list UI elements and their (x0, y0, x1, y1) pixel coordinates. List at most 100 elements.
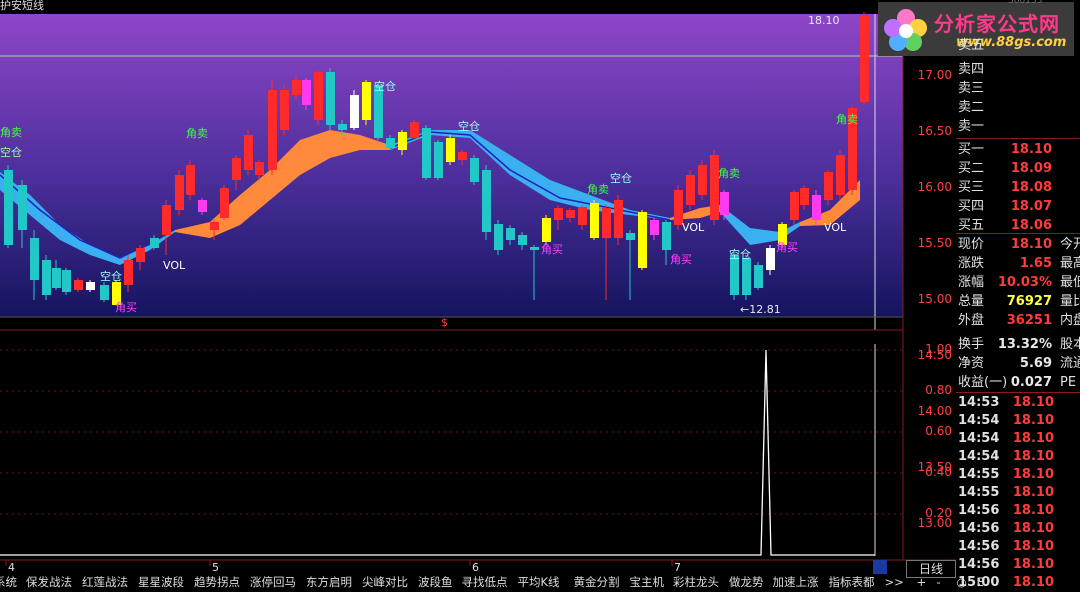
period-button[interactable]: 日线 (906, 560, 956, 578)
tick-row: 14:55 18.10 (956, 484, 1080, 502)
buy-label: 买三 (958, 180, 985, 195)
candle (626, 233, 635, 240)
chart-annotation: 角买 (776, 241, 798, 254)
indicator-tab[interactable]: 系统 (0, 576, 17, 588)
candle (62, 270, 71, 292)
tick-time: 14:54 (958, 431, 1000, 446)
indicator-tab[interactable]: 加速上涨 (773, 576, 819, 588)
chart-annotation: 角卖 (0, 126, 22, 139)
quote-row: 涨跌 1.65 最高 (956, 254, 1080, 273)
candle (860, 15, 869, 102)
scroll-right-button[interactable] (873, 560, 887, 574)
indicator-tab[interactable]: 红莲战法 (82, 576, 128, 588)
indicator-tab[interactable]: 平均K线 (518, 576, 560, 588)
candle (742, 258, 751, 295)
indicator-tab[interactable]: 寻找低点 (462, 576, 508, 588)
quote-label: 收益(一) (958, 375, 1008, 390)
indicator-axis-label: 0.20 (925, 506, 952, 520)
window-title: 护安短线 (0, 0, 44, 12)
quote-value: 13.32% (997, 337, 1052, 352)
tick-price: 18.10 (1012, 503, 1054, 518)
indicator-tab[interactable]: ○ (957, 576, 967, 588)
candle (362, 82, 371, 120)
logo-brand-text: 分析家公式网 (934, 12, 1060, 36)
indicator-tab[interactable]: E (977, 576, 984, 588)
chart-canvas[interactable]: 空仓角卖角买VOL空仓角买角卖空仓空仓角卖角卖角买VOL空仓角买VOL角卖空仓 (0, 0, 956, 586)
candle (674, 190, 683, 225)
tick-price: 18.10 (1012, 395, 1054, 410)
indicator-tab[interactable]: 指标表都 (829, 576, 875, 588)
candle (198, 200, 207, 212)
indicator-tab[interactable]: 彩柱龙头 (673, 576, 719, 588)
indicator-tab[interactable]: 尖峰对比 (362, 576, 408, 588)
candle (836, 155, 845, 195)
candle (446, 138, 455, 162)
quote-value: 36251 (1006, 313, 1052, 328)
quote-row: 现价 18.10 今开 (956, 235, 1080, 254)
flower-logo-icon (884, 9, 927, 51)
date-ticks (5, 560, 673, 566)
chart-annotation: 空仓 (0, 145, 22, 159)
chart-annotation: 角买 (541, 243, 563, 256)
candle (398, 132, 407, 150)
chart-annotation: 角卖 (587, 183, 609, 196)
candle (530, 247, 539, 250)
chart-annotation: 角买 (115, 301, 137, 314)
candle (754, 265, 763, 288)
tick-row: 14:56 18.10 (956, 556, 1080, 574)
candle (590, 203, 599, 238)
indicator-tab[interactable]: 保发战法 (26, 576, 72, 588)
quote-panel: 卖五 卖四 卖三 卖二 卖一 买一 18.10 买二 18.09 买三 18.08 买四 18.07… (956, 38, 1080, 590)
tick-row: 14:54 18.10 (956, 430, 1080, 448)
buy-label: 买一 (958, 142, 985, 157)
candle (710, 155, 719, 220)
tick-row: 14:54 18.10 (956, 412, 1080, 430)
chart-annotation: VOL (163, 259, 186, 272)
indicator-axis-label: 0.40 (925, 465, 952, 479)
candle (42, 260, 51, 295)
indicator-tab[interactable]: 黄金分割 (574, 576, 620, 588)
candle (386, 138, 395, 148)
date-label: 5 (212, 561, 219, 574)
candle (730, 255, 739, 295)
chart-annotation: 角买 (670, 253, 692, 266)
quote-label: 涨幅 (958, 275, 985, 290)
candle (150, 238, 159, 248)
quote-ext-label: 股本 (1060, 337, 1080, 352)
sell-label: 卖四 (958, 62, 985, 77)
tick-row: 14:53 18.10 (956, 394, 1080, 412)
buy-price: 18.10 (1010, 142, 1052, 157)
low-price-label: ←12.81 (740, 303, 781, 316)
sell5-row: 卖五 (958, 38, 985, 53)
candle (326, 72, 335, 125)
indicator-tab[interactable]: 趋势拐点 (194, 576, 240, 588)
indicator-tab[interactable]: 宝主机 (630, 576, 665, 588)
candle (812, 195, 821, 220)
candle (18, 185, 27, 230)
sell-row: 卖四 (956, 60, 1080, 79)
quote-label: 现价 (958, 237, 985, 252)
indicator-tab[interactable]: 星星波段 (138, 576, 184, 588)
candle (698, 165, 707, 195)
buy-row: 买一 18.10 (956, 140, 1080, 159)
indicator-tab[interactable]: >> (885, 576, 904, 588)
indicator-tab[interactable]: - (937, 576, 941, 588)
candle (578, 207, 587, 225)
candle (482, 170, 491, 232)
sell-label: 卖一 (958, 119, 985, 134)
candle (220, 188, 229, 218)
indicator-tab[interactable]: 做龙势 (729, 576, 764, 588)
candle (766, 248, 775, 270)
indicator-tab[interactable]: 涨停回马 (250, 576, 296, 588)
candle (422, 128, 431, 178)
candle (100, 285, 109, 300)
indicator-tab[interactable]: + (917, 576, 927, 588)
tick-row: 14:54 18.10 (956, 448, 1080, 466)
chart-annotation: 空仓 (729, 247, 751, 261)
tick-price: 18.10 (1012, 485, 1054, 500)
date-label: 6 (472, 561, 479, 574)
indicator-tab[interactable]: 东方启明 (306, 576, 352, 588)
tick-time: 14:55 (958, 467, 1000, 482)
indicator-tab[interactable]: 波段鱼 (418, 576, 453, 588)
quote-label: 涨跌 (958, 256, 985, 271)
